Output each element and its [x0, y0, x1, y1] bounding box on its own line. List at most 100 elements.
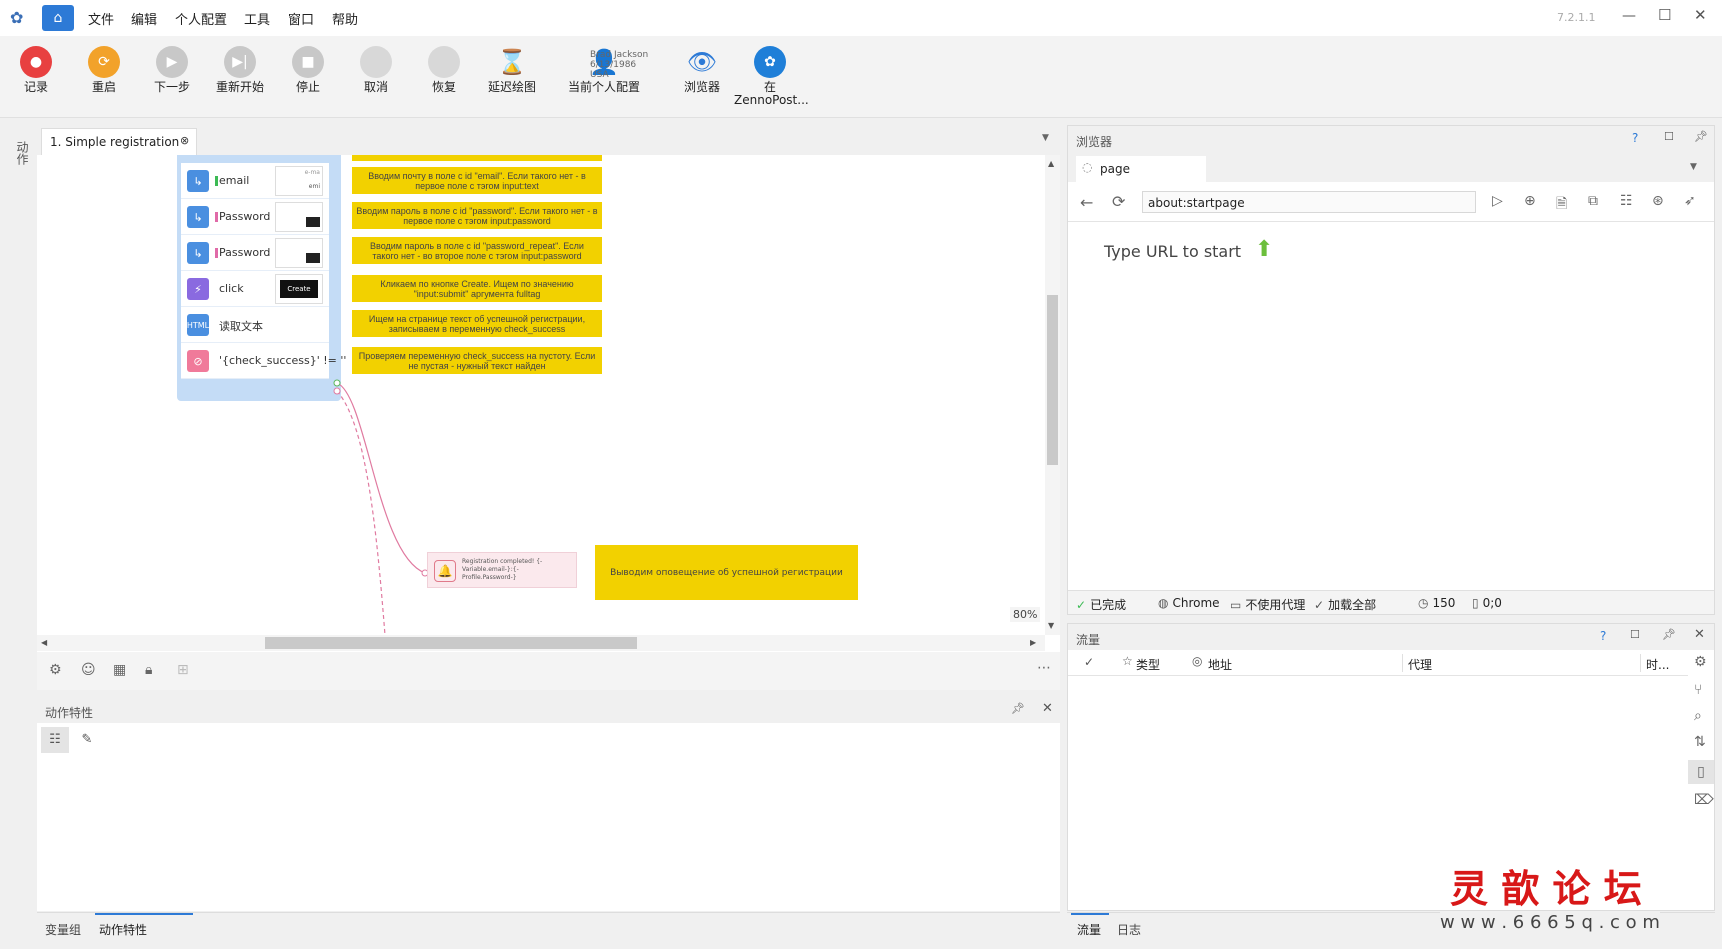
- column-address[interactable]: 地址: [1208, 656, 1232, 673]
- column-type[interactable]: 类型: [1136, 656, 1160, 673]
- menu-edit[interactable]: 编辑: [131, 9, 157, 28]
- browser-tab-label: page: [1100, 162, 1130, 176]
- side-tab-actions[interactable]: 动作: [14, 141, 31, 165]
- toolbar-button-label: 记录: [23, 80, 48, 94]
- status-label: Chrome: [1172, 596, 1220, 610]
- user-circle-icon[interactable]: ☺: [81, 662, 96, 678]
- emulation-icon[interactable]: ⊛: [1652, 193, 1664, 209]
- home-button[interactable]: ⌂: [42, 5, 74, 31]
- traffic-pin-icon[interactable]: 📌︎: [1662, 628, 1676, 641]
- more-options-icon[interactable]: ⋯: [1037, 660, 1051, 676]
- tab-variables[interactable]: 变量组: [45, 921, 81, 938]
- traffic-help-icon[interactable]: ?: [1600, 629, 1606, 643]
- properties-mode-2-icon[interactable]: ✎: [73, 727, 101, 753]
- add-tab-icon[interactable]: ⊕: [1524, 193, 1536, 209]
- canvas-horizontal-scrollbar[interactable]: ◀ ▶: [37, 635, 1045, 651]
- mouse-icon: ▯: [1472, 596, 1479, 610]
- active-tab-indicator: [95, 913, 193, 915]
- page-source-icon[interactable]: 🗎: [1556, 193, 1567, 217]
- grid-icon[interactable]: ▦: [113, 662, 126, 678]
- status-item: ◷ 150: [1418, 596, 1455, 610]
- cursor-select-icon[interactable]: ➶: [1684, 193, 1696, 209]
- canvas-vertical-scrollbar[interactable]: ▲ ▼: [1045, 155, 1060, 635]
- traffic-maximize-icon[interactable]: ☐: [1630, 628, 1640, 641]
- sort-icon[interactable]: ⇅: [1694, 734, 1706, 750]
- add-box-icon[interactable]: ⊞: [177, 662, 189, 678]
- toolbar-button-10[interactable]: ✿ 在 ZennoPost...: [734, 46, 809, 107]
- browser-panel: 浏览器 ? ☐ 📌︎ ◌ page ▼ ← ⟳ about:startpage …: [1067, 125, 1715, 615]
- scroll-down-icon[interactable]: ▼: [1048, 621, 1054, 630]
- menu-help[interactable]: 帮助: [332, 9, 358, 28]
- success-connector: [336, 382, 426, 574]
- side-strip: 动作: [0, 119, 36, 949]
- tag-icon[interactable]: ⌦: [1694, 792, 1714, 808]
- browser-tab-dropdown-icon[interactable]: ▼: [1690, 162, 1697, 172]
- horizontal-scroll-thumb[interactable]: [265, 637, 637, 649]
- menu-tools[interactable]: 工具: [244, 9, 270, 28]
- minimize-button[interactable]: —: [1622, 8, 1636, 24]
- menu-file[interactable]: 文件: [88, 9, 114, 28]
- main-toolbar: ● 记录 ⟳ 重启 ▶ 下一步 ▶| 重新开始 ■ 停止 取消 恢复 ⌛ 延迟绘图 👤 当前个人配置 👁 浏览器 ✿…: [0, 36, 1722, 118]
- traffic-table-header: ✓ ☆ 类型 ◎ 地址 代理 时...: [1068, 650, 1688, 676]
- go-play-icon[interactable]: ▷: [1492, 193, 1503, 209]
- next-step-icon: ▶: [156, 46, 188, 78]
- column-proxy[interactable]: 代理: [1408, 656, 1432, 673]
- browser-viewport[interactable]: Type URL to start ⬆: [1068, 222, 1714, 578]
- notify-note[interactable]: Выводим оповещение об успешной регистрац…: [595, 545, 858, 600]
- browser-tab-page[interactable]: ◌ page: [1076, 156, 1206, 182]
- project-tab[interactable]: 1. Simple registration ⊗: [41, 128, 197, 155]
- toolbar-button-7[interactable]: ⌛ 延迟绘图: [476, 46, 548, 94]
- scroll-right-icon[interactable]: ▶: [1030, 638, 1036, 647]
- lock-icon[interactable]: 🔒︎: [145, 662, 152, 678]
- scroll-up-icon[interactable]: ▲: [1048, 159, 1054, 168]
- close-tab-icon[interactable]: ⊗: [180, 134, 189, 147]
- globe-icon: ◎: [1192, 654, 1203, 668]
- toolbar-button-4[interactable]: ■ 停止: [272, 46, 344, 94]
- star-icon: ☆: [1122, 654, 1133, 668]
- cookies-icon[interactable]: ☷: [1620, 193, 1633, 209]
- browser-nav-bar: ← ⟳ about:startpage ▷ ⊕ 🗎 ⧉ ☷ ⊛ ➶: [1068, 182, 1714, 222]
- clear-log-icon[interactable]: ▯: [1688, 760, 1714, 784]
- menu-window[interactable]: 窗口: [288, 9, 314, 28]
- toolbar-button-0[interactable]: ● 记录: [0, 46, 72, 94]
- back-arrow-icon[interactable]: ←: [1080, 193, 1093, 212]
- settings-gear-icon[interactable]: ⚙: [49, 662, 62, 678]
- properties-pin-icon[interactable]: 📌︎: [1011, 702, 1025, 715]
- tab-log[interactable]: 日志: [1117, 921, 1141, 938]
- watermark-url: w w w . 6 6 6 5 q . c o m: [1440, 912, 1660, 933]
- tab-action-properties[interactable]: 动作特性: [99, 921, 147, 938]
- toolbar-button-5[interactable]: 取消: [340, 46, 412, 94]
- browser-help-icon[interactable]: ?: [1632, 131, 1638, 145]
- scroll-left-icon[interactable]: ◀: [41, 638, 47, 647]
- check-circle-icon: ✓: [1076, 598, 1087, 612]
- column-time[interactable]: 时...: [1646, 656, 1669, 673]
- toolbar-button-1[interactable]: ⟳ 重启: [68, 46, 140, 94]
- traffic-settings-icon[interactable]: ⚙: [1694, 654, 1707, 670]
- toolbar-button-3[interactable]: ▶| 重新开始: [204, 46, 276, 94]
- tab-dropdown-icon[interactable]: ▼: [1042, 133, 1049, 143]
- close-window-button[interactable]: ✕: [1694, 6, 1707, 24]
- vertical-scroll-thumb[interactable]: [1047, 295, 1058, 465]
- tab-traffic[interactable]: 流量: [1077, 921, 1101, 938]
- toolbar-button-label: 重启: [91, 80, 116, 94]
- status-item: ✓ 已完成: [1076, 596, 1126, 613]
- properties-close-icon[interactable]: ✕: [1042, 701, 1053, 716]
- menu-profile[interactable]: 个人配置: [175, 9, 227, 28]
- properties-mode-1-icon[interactable]: ☷: [41, 727, 69, 753]
- url-input[interactable]: about:startpage: [1142, 191, 1476, 213]
- browser-pin-icon[interactable]: 📌︎: [1694, 130, 1708, 143]
- check-column-icon[interactable]: ✓: [1084, 655, 1094, 669]
- search-icon[interactable]: ⌕: [1694, 708, 1702, 724]
- browser-maximize-icon[interactable]: ☐: [1664, 130, 1674, 143]
- notify-block[interactable]: 🔔 Registration completed! {-Variable.ema…: [427, 552, 577, 588]
- toolbar-button-label: 在 ZennoPost...: [734, 80, 809, 107]
- screenshot-icon[interactable]: ⧉: [1588, 193, 1598, 209]
- toolbar-button-6[interactable]: 恢复: [408, 46, 480, 94]
- project-canvas[interactable]: ↳ email e-ma emi ↳ Password ↳ Password ⚡ click Cre…: [37, 155, 1044, 635]
- filter-icon[interactable]: ⑂: [1694, 682, 1702, 698]
- reload-icon[interactable]: ⟳: [1112, 192, 1125, 211]
- maximize-button[interactable]: ☐: [1658, 6, 1671, 24]
- toolbar-button-9[interactable]: 👁 浏览器: [666, 46, 738, 94]
- toolbar-button-2[interactable]: ▶ 下一步: [136, 46, 208, 94]
- traffic-close-icon[interactable]: ✕: [1694, 627, 1705, 642]
